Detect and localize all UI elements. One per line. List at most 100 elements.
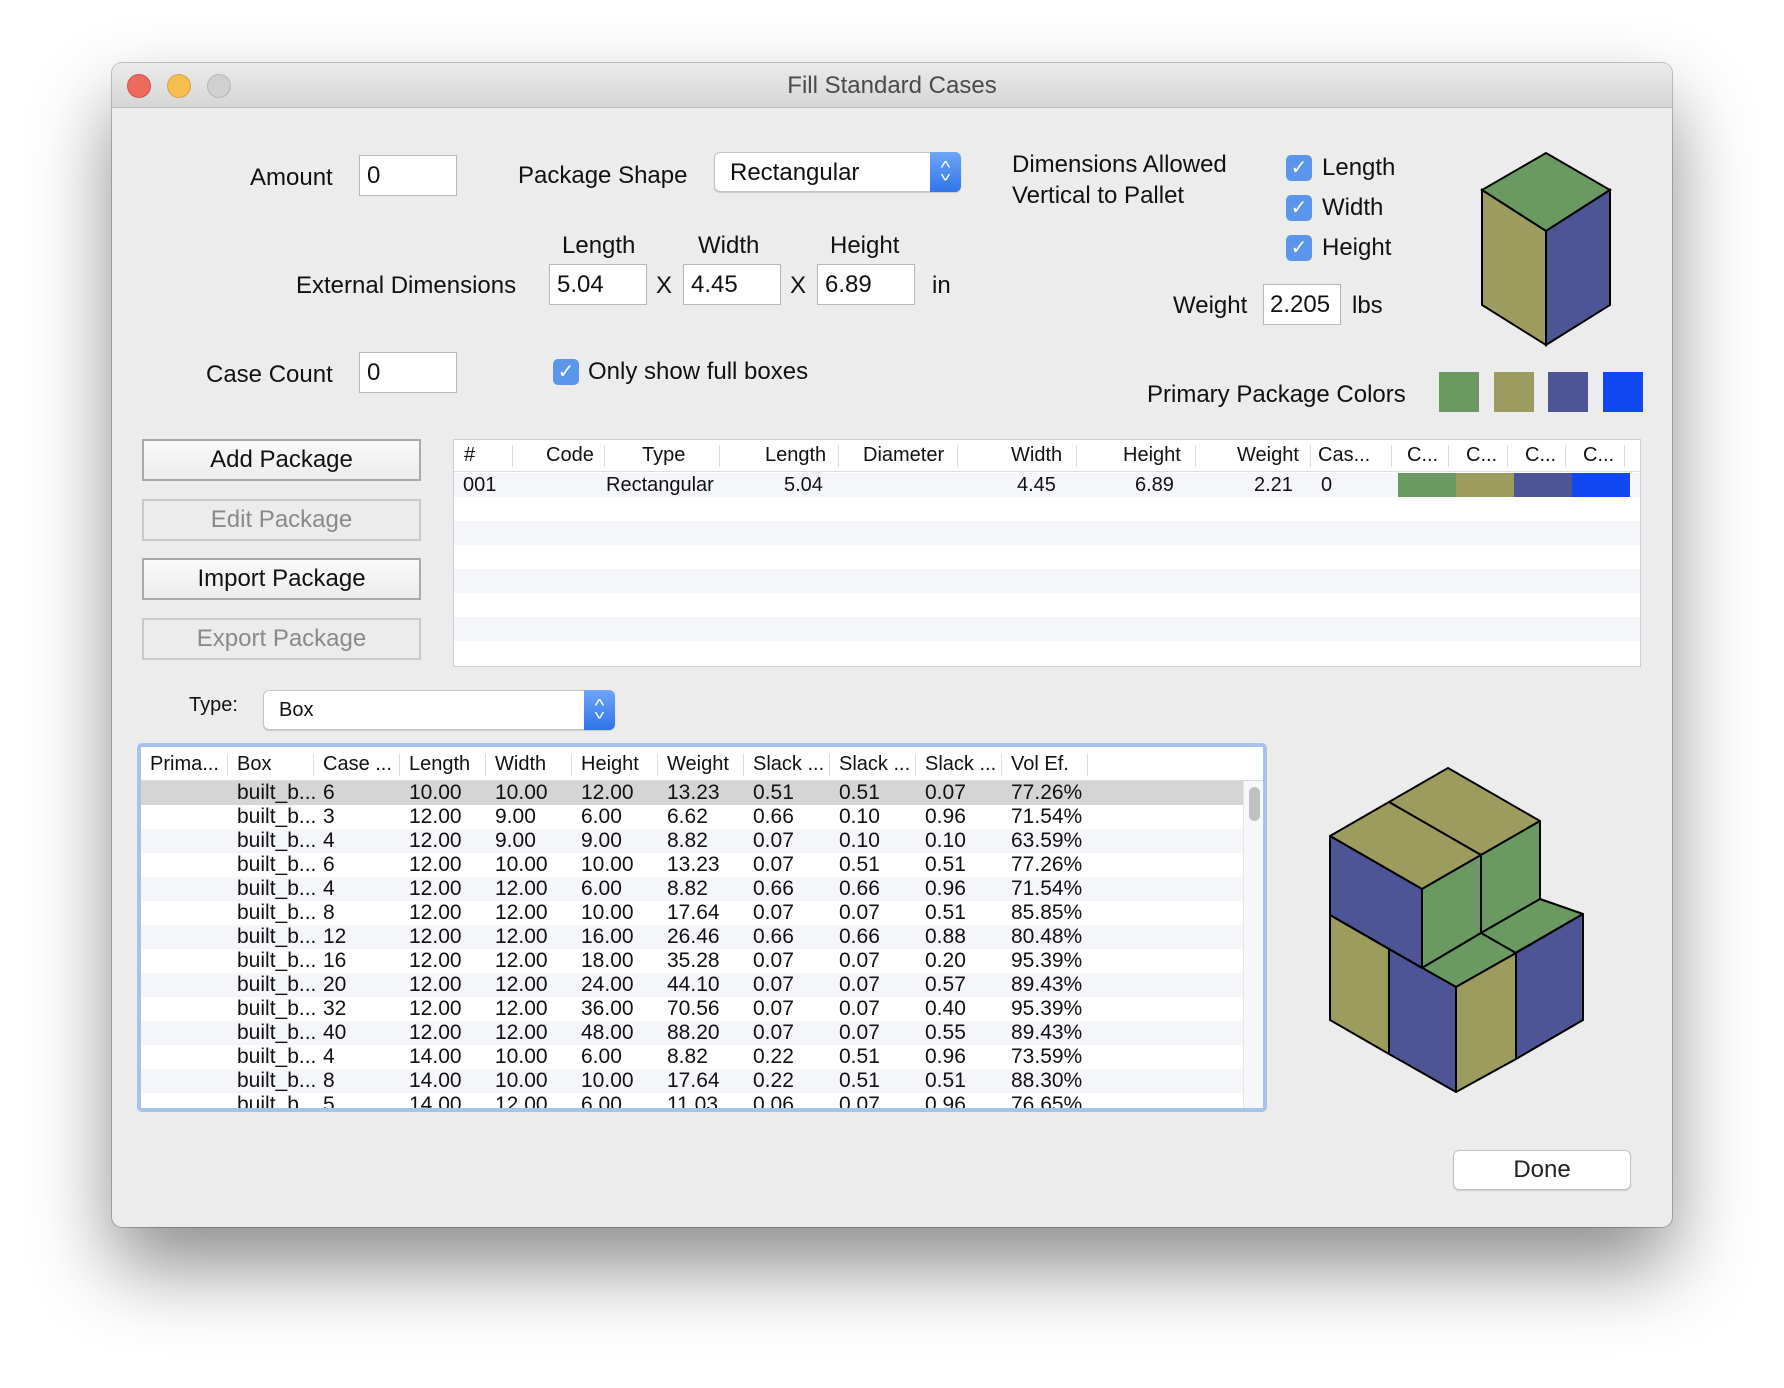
box-table[interactable]: Prima... Box Case ... Length Width Height Weig… [137,743,1267,1112]
column-divider[interactable] [399,754,400,776]
height-input[interactable] [817,264,915,305]
col-header-number[interactable]: # [464,444,475,467]
column-divider[interactable] [743,754,744,776]
only-full-boxes-checkbox[interactable]: ✓ [553,359,579,385]
amount-input[interactable] [359,155,457,196]
col-header-color-2[interactable]: C... [1466,444,1497,467]
length-input[interactable] [549,264,647,305]
column-divider[interactable] [1391,445,1392,467]
box-cell-case-count: 5 [323,1093,335,1108]
box-row[interactable]: built_b... 16 12.00 12.00 18.00 35.28 0.07 0.07… [141,949,1243,973]
column-divider[interactable] [313,754,314,776]
box-row[interactable]: built_b... 40 12.00 12.00 48.00 88.20 0.07 0.07… [141,1021,1243,1045]
export-package-button[interactable]: Export Package [142,618,421,660]
allow-length-checkbox[interactable]: ✓ [1286,155,1312,181]
box-row[interactable]: built_b... 4 14.00 10.00 6.00 8.82 0.22 0.51 0.9… [141,1045,1243,1069]
box-cell-slack-3: 0.57 [925,973,966,996]
column-divider[interactable] [657,754,658,776]
edit-package-button[interactable]: Edit Package [142,499,421,541]
col-header-diameter[interactable]: Diameter [863,444,944,467]
primary-color-swatch-1[interactable] [1439,372,1479,412]
primary-color-swatch-2[interactable] [1494,372,1534,412]
type-select[interactable]: Box ˄ ˅ [263,690,615,730]
box-row[interactable]: built_b... 8 12.00 12.00 10.00 17.64 0.07 0.07 0… [141,901,1243,925]
column-divider[interactable] [829,754,830,776]
column-divider[interactable] [719,445,720,467]
primary-color-swatch-3[interactable] [1548,372,1588,412]
box-row[interactable]: built_b... 8 14.00 10.00 10.00 17.64 0.22 0.51 0… [141,1069,1243,1093]
box-row[interactable]: built_b... 4 12.00 9.00 9.00 8.82 0.07 0.10 0.10… [141,829,1243,853]
col-header-weight[interactable]: Weight [1237,444,1299,467]
col-header-color-1[interactable]: C... [1407,444,1438,467]
add-package-button[interactable]: Add Package [142,439,421,481]
col-header-color-4[interactable]: C... [1583,444,1614,467]
column-divider[interactable] [604,445,605,467]
box-cell-weight: 8.82 [667,1045,708,1068]
column-divider[interactable] [1001,754,1002,776]
column-divider[interactable] [1507,445,1508,467]
column-divider[interactable] [915,754,916,776]
column-divider[interactable] [512,445,513,467]
column-divider[interactable] [1076,445,1077,467]
column-divider[interactable] [1195,445,1196,467]
box-cell-box: built_b... [237,853,317,876]
col-header-case-count[interactable]: Case ... [323,753,392,776]
case-count-input[interactable] [359,352,457,393]
col-header-vol-eff[interactable]: Vol Ef. [1011,753,1069,776]
allow-width-checkbox[interactable]: ✓ [1286,195,1312,221]
column-divider[interactable] [1624,445,1625,467]
only-full-boxes-label: Only show full boxes [588,358,809,385]
col-header-length[interactable]: Length [765,444,826,467]
column-divider[interactable] [1087,754,1088,776]
box-row[interactable]: built_b... 4 12.00 12.00 6.00 8.82 0.66 0.66 0.9… [141,877,1243,901]
package-color-2 [1456,473,1514,497]
box-cell-slack-2: 0.07 [839,901,880,924]
col-header-length[interactable]: Length [409,753,470,776]
col-header-primary[interactable]: Prima... [150,753,219,776]
package-row[interactable]: 001 Rectangular 5.04 4.45 6.89 2.21 0 [454,473,1640,497]
col-header-height[interactable]: Height [1123,444,1181,467]
import-package-button[interactable]: Import Package [142,558,421,600]
box-row[interactable]: built_b... 20 12.00 12.00 24.00 44.10 0.07 0.07… [141,973,1243,997]
column-divider[interactable] [957,445,958,467]
vertical-scrollbar[interactable] [1243,781,1263,1108]
width-input[interactable] [683,264,781,305]
box-cell-weight: 44.10 [667,973,720,996]
column-divider[interactable] [227,754,228,776]
package-shape-select[interactable]: Rectangular ˄ ˅ [714,152,961,192]
col-header-type[interactable]: Type [642,444,685,467]
col-header-width[interactable]: Width [495,753,546,776]
done-button[interactable]: Done [1453,1150,1631,1190]
box-table-body[interactable]: built_b... 6 10.00 10.00 12.00 13.23 0.51 0.51 0… [141,781,1243,1108]
col-header-weight[interactable]: Weight [667,753,729,776]
allow-height-checkbox[interactable]: ✓ [1286,235,1312,261]
column-divider[interactable] [1310,445,1311,467]
column-divider[interactable] [485,754,486,776]
package-table[interactable]: # Code Type Length Diameter Width Height… [453,439,1641,667]
box-row[interactable]: built_b... 6 12.00 10.00 10.00 13.23 0.07 0.51 0… [141,853,1243,877]
column-divider[interactable] [571,754,572,776]
col-header-cases[interactable]: Cas... [1318,444,1370,467]
col-header-slack-2[interactable]: Slack ... [839,753,910,776]
external-dimensions-label: External Dimensions [296,272,517,299]
col-header-slack-3[interactable]: Slack ... [925,753,996,776]
col-header-code[interactable]: Code [546,444,594,467]
col-header-width[interactable]: Width [1011,444,1062,467]
col-header-color-3[interactable]: C... [1525,444,1556,467]
col-header-height[interactable]: Height [581,753,639,776]
scrollbar-thumb[interactable] [1249,787,1260,821]
box-row[interactable]: built_b... 32 12.00 12.00 36.00 70.56 0.07 0.07… [141,997,1243,1021]
box-row[interactable]: built_b... 6 10.00 10.00 12.00 13.23 0.51 0.51 0… [141,781,1243,805]
column-divider[interactable] [838,445,839,467]
box-cell-length: 12.00 [409,925,462,948]
box-table-header: Prima... Box Case ... Length Width Height Weig… [141,747,1263,781]
box-row[interactable]: built_b... 5 14.00 12.00 6.00 11.03 0.06 0.07 0.… [141,1093,1243,1108]
primary-color-swatch-4[interactable] [1603,372,1643,412]
box-row[interactable]: built_b... 12 12.00 12.00 16.00 26.46 0.66 0.66… [141,925,1243,949]
weight-input[interactable] [1263,284,1341,325]
col-header-box[interactable]: Box [237,753,271,776]
col-header-slack-1[interactable]: Slack ... [753,753,824,776]
box-row[interactable]: built_b... 3 12.00 9.00 6.00 6.62 0.66 0.10 0.96… [141,805,1243,829]
column-divider[interactable] [1448,445,1449,467]
column-divider[interactable] [1565,445,1566,467]
